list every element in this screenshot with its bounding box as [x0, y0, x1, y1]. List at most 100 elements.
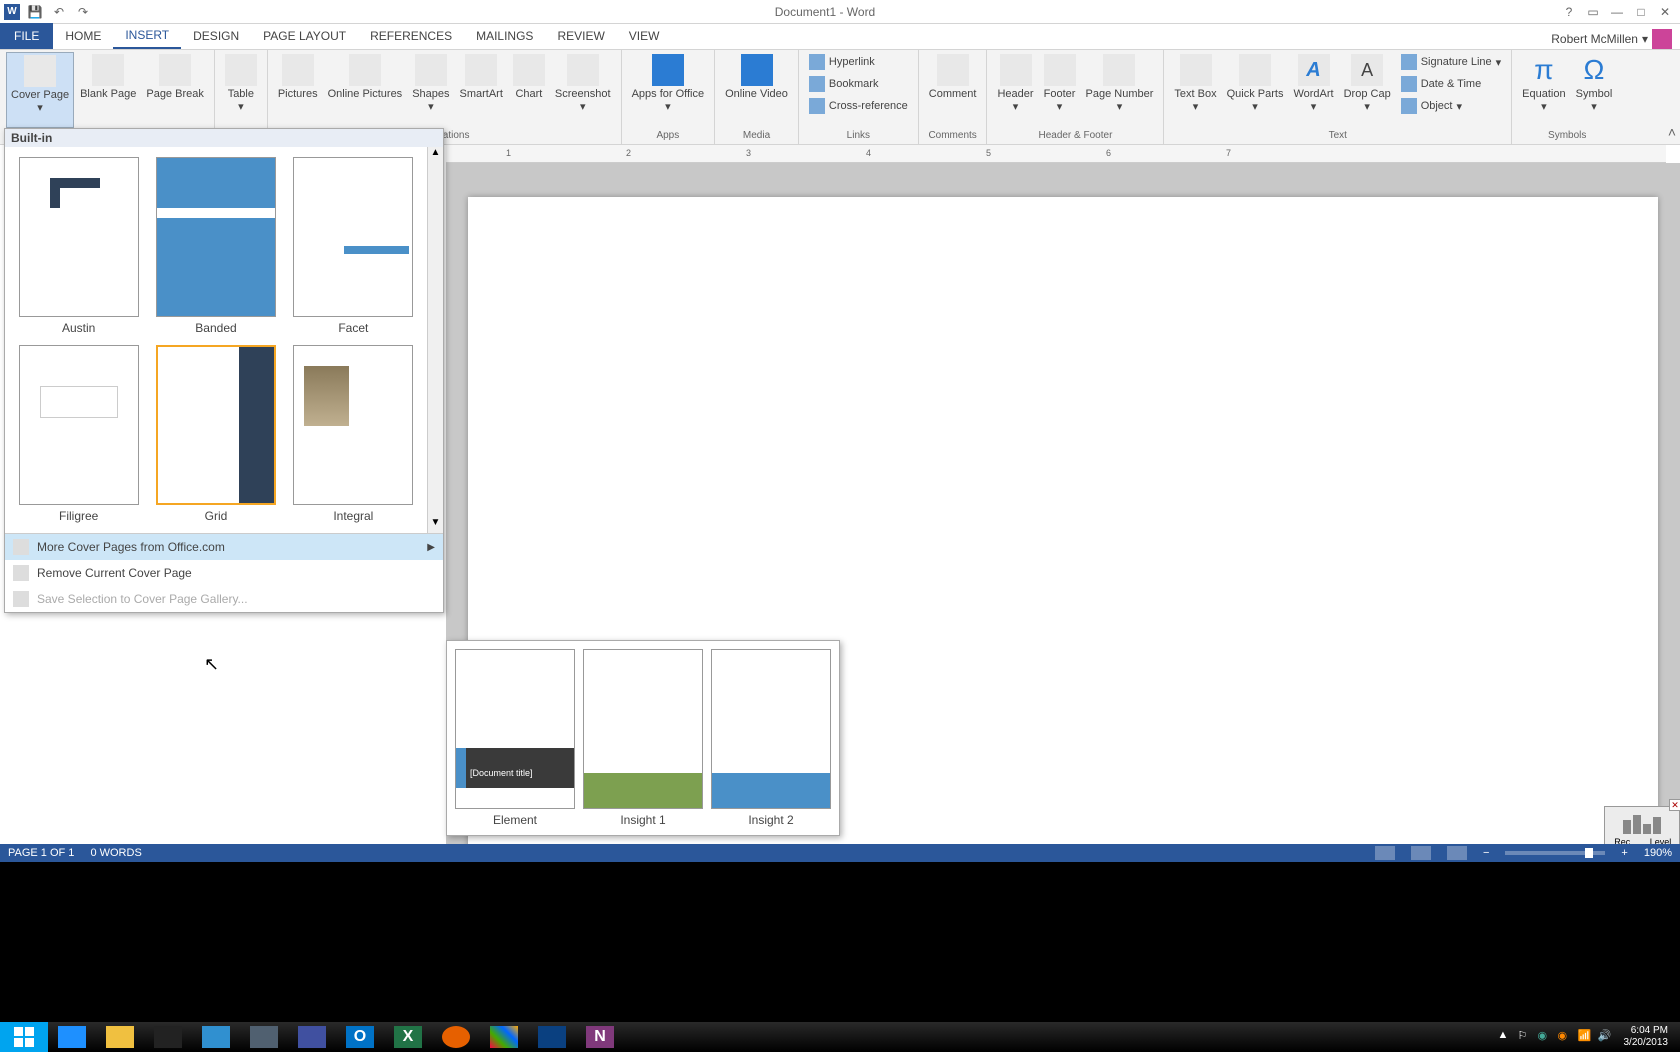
help-button[interactable]: ?: [1558, 3, 1580, 21]
comment-button[interactable]: Comment: [925, 52, 981, 128]
ribbon-display-options[interactable]: ▭: [1582, 3, 1604, 21]
footer-button[interactable]: Footer▾: [1040, 52, 1080, 128]
tray-app-icon[interactable]: ◉: [1538, 1029, 1554, 1045]
cover-thumb-insight-2[interactable]: [Document title] Insight 2: [711, 649, 831, 827]
gallery-scrollbar[interactable]: ▲ ▼: [427, 147, 443, 533]
page-break-button[interactable]: Page Break: [142, 52, 207, 128]
cover-thumb-filigree[interactable]: Filigree: [15, 345, 142, 523]
taskbar-apps1[interactable]: [480, 1022, 528, 1052]
undo-button[interactable]: ↶: [50, 3, 68, 21]
online-video-button[interactable]: Online Video: [721, 52, 792, 128]
taskbar-wmp[interactable]: [192, 1022, 240, 1052]
blank-page-button[interactable]: Blank Page: [76, 52, 140, 128]
tab-page-layout[interactable]: PAGE LAYOUT: [251, 23, 358, 49]
tab-insert[interactable]: INSERT: [113, 23, 181, 49]
group-label: Symbols: [1518, 130, 1616, 144]
taskbar-onenote[interactable]: N: [576, 1022, 624, 1052]
online-pictures-button[interactable]: Online Pictures: [324, 52, 407, 128]
shapes-button[interactable]: Shapes▾: [408, 52, 453, 128]
taskbar-firefox[interactable]: [432, 1022, 480, 1052]
taskbar-apps2[interactable]: [528, 1022, 576, 1052]
horizontal-ruler[interactable]: 1 2 3 4 5 6 7: [446, 145, 1666, 163]
taskbar-outlook[interactable]: O: [336, 1022, 384, 1052]
cover-thumb-facet[interactable]: Facet: [290, 157, 417, 335]
group-media: Online Video Media: [715, 50, 799, 144]
minimize-button[interactable]: —: [1606, 3, 1628, 21]
zoom-in-button[interactable]: +: [1621, 847, 1627, 859]
tray-flag-icon[interactable]: ⚐: [1518, 1029, 1534, 1045]
cover-page-button[interactable]: Cover Page▾: [6, 52, 74, 128]
remove-icon: [13, 565, 29, 581]
file-tab[interactable]: FILE: [0, 23, 53, 49]
cover-thumb-integral[interactable]: Integral: [290, 345, 417, 523]
tab-view[interactable]: VIEW: [617, 23, 672, 49]
tab-references[interactable]: REFERENCES: [358, 23, 464, 49]
taskbar-clock[interactable]: 6:04 PM 3/20/2013: [1618, 1025, 1675, 1049]
chart-button[interactable]: Chart: [509, 52, 549, 128]
start-button[interactable]: [0, 1022, 48, 1052]
print-layout-button[interactable]: [1411, 846, 1431, 860]
cross-reference-button[interactable]: Cross-reference: [805, 96, 912, 116]
tab-home[interactable]: HOME: [53, 23, 113, 49]
equation-button[interactable]: πEquation▾: [1518, 52, 1569, 128]
tray-volume-icon[interactable]: 🔊: [1598, 1029, 1614, 1045]
tab-review[interactable]: REVIEW: [545, 23, 616, 49]
zoom-out-button[interactable]: −: [1483, 847, 1489, 859]
taskbar-tool[interactable]: [288, 1022, 336, 1052]
text-box-button[interactable]: Text Box▾: [1170, 52, 1220, 128]
table-button[interactable]: Table▾: [221, 52, 261, 128]
tab-mailings[interactable]: MAILINGS: [464, 23, 545, 49]
tray-overflow-icon[interactable]: ▲: [1498, 1029, 1514, 1045]
scroll-down-icon[interactable]: ▼: [428, 517, 443, 533]
user-account[interactable]: Robert McMillen ▾: [1551, 29, 1680, 49]
gallery-thumbs: Austin Banded Facet Filigree Grid Integr…: [5, 147, 427, 533]
signature-line-button[interactable]: Signature Line ▾: [1397, 52, 1505, 72]
web-layout-button[interactable]: [1447, 846, 1467, 860]
taskbar-cmd[interactable]: [144, 1022, 192, 1052]
bookmark-button[interactable]: Bookmark: [805, 74, 912, 94]
header-button[interactable]: Header▾: [993, 52, 1037, 128]
hyperlink-button[interactable]: Hyperlink: [805, 52, 912, 72]
tab-design[interactable]: DESIGN: [181, 23, 251, 49]
taskbar-explorer[interactable]: [96, 1022, 144, 1052]
page-number-button[interactable]: Page Number▾: [1082, 52, 1158, 128]
taskbar-excel[interactable]: X: [384, 1022, 432, 1052]
more-cover-pages-item[interactable]: More Cover Pages from Office.com ▶: [5, 534, 443, 560]
taskbar-ie[interactable]: [48, 1022, 96, 1052]
scroll-up-icon[interactable]: ▲: [428, 147, 443, 163]
status-bar: PAGE 1 OF 1 0 WORDS − + 190%: [0, 844, 1680, 862]
page-indicator[interactable]: PAGE 1 OF 1: [8, 847, 74, 859]
read-mode-button[interactable]: [1375, 846, 1395, 860]
zoom-level[interactable]: 190%: [1644, 847, 1672, 859]
symbol-button[interactable]: ΩSymbol▾: [1572, 52, 1617, 128]
save-button[interactable]: 💾: [26, 3, 44, 21]
cover-thumb-insight-1[interactable]: [Document title] Insight 1: [583, 649, 703, 827]
drop-cap-button[interactable]: ADrop Cap▾: [1340, 52, 1395, 128]
close-button[interactable]: ✕: [1654, 3, 1676, 21]
date-time-button[interactable]: Date & Time: [1397, 74, 1505, 94]
close-icon[interactable]: ✕: [1669, 799, 1680, 811]
remove-cover-page-item[interactable]: Remove Current Cover Page: [5, 560, 443, 586]
screenshot-button[interactable]: Screenshot▾: [551, 52, 615, 128]
quick-parts-button[interactable]: Quick Parts▾: [1223, 52, 1288, 128]
terminal-icon: [154, 1026, 182, 1048]
collapse-ribbon-button[interactable]: ˄: [1668, 124, 1676, 140]
object-button[interactable]: Object ▾: [1397, 96, 1505, 116]
taskbar-vm[interactable]: [240, 1022, 288, 1052]
maximize-button[interactable]: □: [1630, 3, 1652, 21]
word-count[interactable]: 0 WORDS: [90, 847, 141, 859]
cover-thumb-element[interactable]: [Document title] Element: [455, 649, 575, 827]
smartart-button[interactable]: SmartArt: [456, 52, 507, 128]
wordart-button[interactable]: AWordArt▾: [1289, 52, 1337, 128]
cover-thumb-austin[interactable]: Austin: [15, 157, 142, 335]
cover-thumb-grid[interactable]: Grid: [152, 345, 279, 523]
tray-network-icon[interactable]: 📶: [1578, 1029, 1594, 1045]
cover-thumb-banded[interactable]: Banded: [152, 157, 279, 335]
zoom-slider[interactable]: [1505, 851, 1605, 855]
apps-for-office-button[interactable]: Apps for Office▾: [628, 52, 709, 128]
mouse-cursor-icon: ↖: [204, 654, 219, 675]
ribbon-tabs: FILE HOME INSERT DESIGN PAGE LAYOUT REFE…: [0, 24, 1680, 50]
redo-button[interactable]: ↷: [74, 3, 92, 21]
pictures-button[interactable]: Pictures: [274, 52, 322, 128]
tray-app2-icon[interactable]: ◉: [1558, 1029, 1574, 1045]
